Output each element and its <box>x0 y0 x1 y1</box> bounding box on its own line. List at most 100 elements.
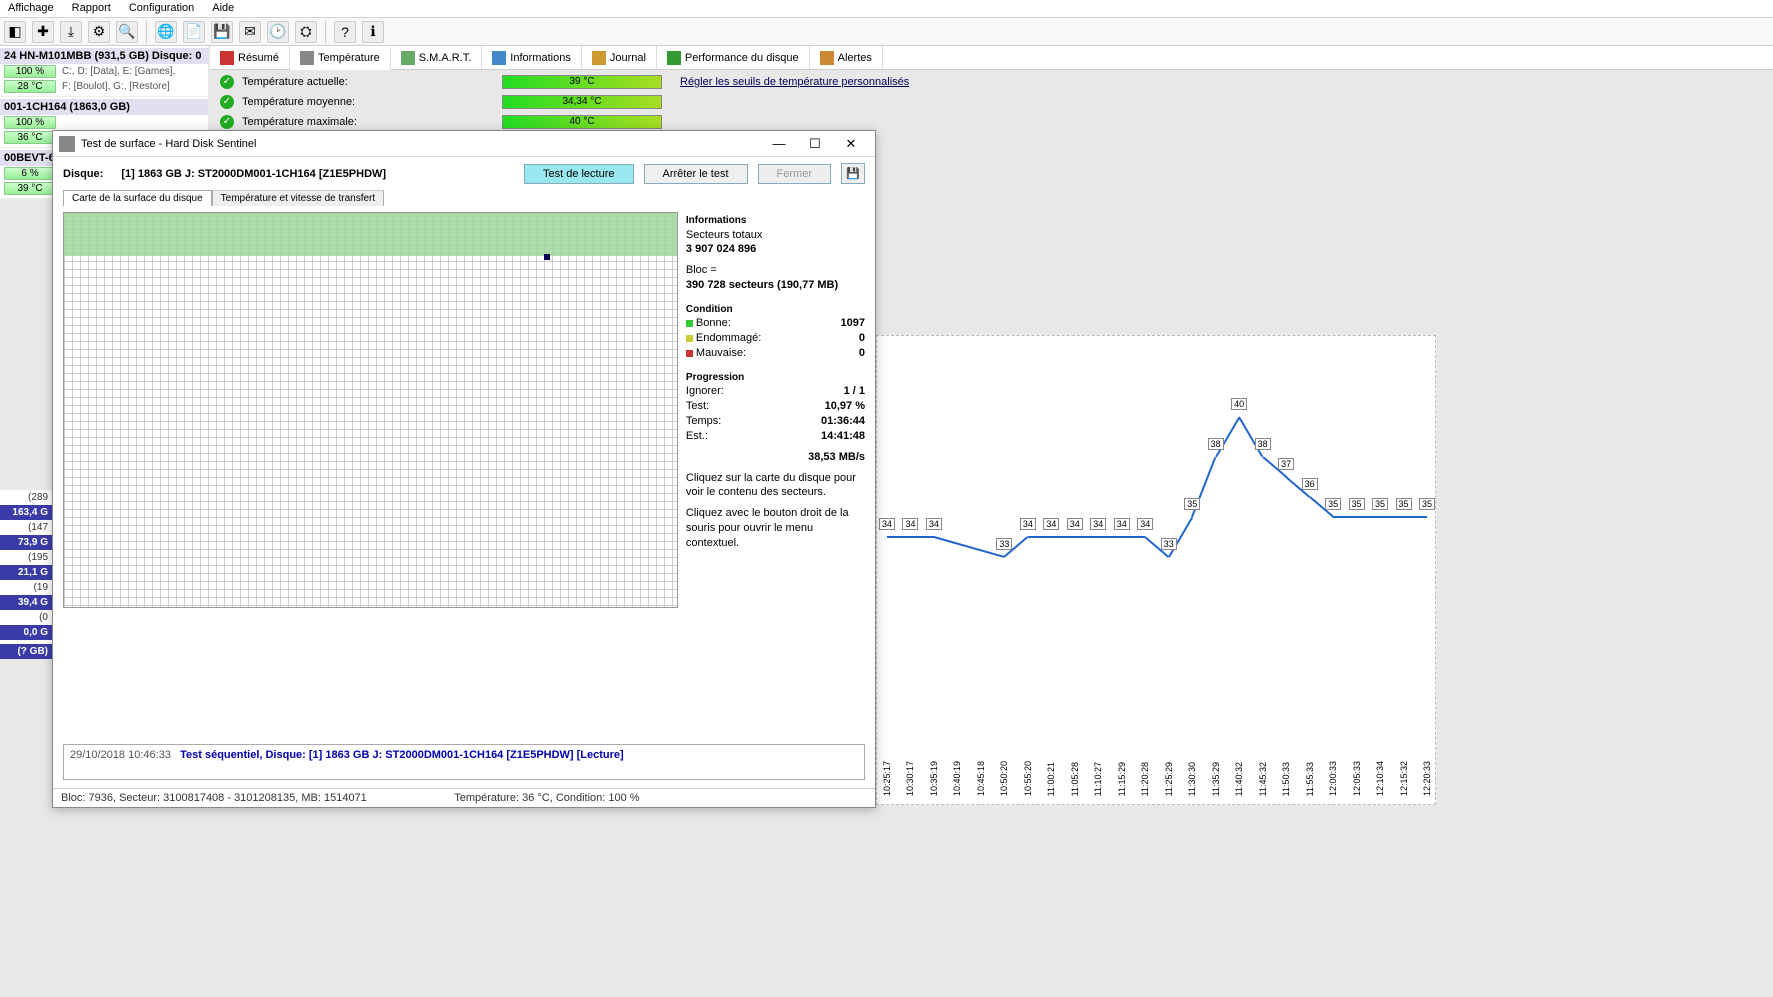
partition-item[interactable]: 163,4 G <box>0 505 52 520</box>
temp-thresholds-link[interactable]: Régler les seuils de température personn… <box>680 76 909 88</box>
tab-label: Résumé <box>238 52 279 64</box>
partition-item[interactable]: (0 <box>0 610 52 625</box>
tab-s.m.a.r.t.[interactable]: S.M.A.R.T. <box>391 46 483 69</box>
chart-xtick: 11:20:28 <box>1140 762 1150 796</box>
chart-point-label: 34 <box>902 518 918 530</box>
partition-list: (289163,4 G(14773,9 G(19521,1 G(1939,4 G… <box>0 490 52 659</box>
menu-configuration[interactable]: Configuration <box>129 2 194 15</box>
eta-label: Est.: <box>686 429 708 444</box>
chart-segment <box>1380 516 1403 518</box>
temperature-chart: 3434343334343434343433353840383736353535… <box>876 335 1436 805</box>
chart-point-label: 35 <box>1184 498 1200 510</box>
toolbar: ◧ ✚ ⤓ ⚙ 🔍 🌐 📄 💾 ✉ 🕑 ⛭ ? ℹ <box>0 18 1773 46</box>
chart-xtick: 11:45:32 <box>1258 762 1268 796</box>
time-label: Temps: <box>686 414 721 429</box>
damaged-label: Endommagé: <box>696 332 761 344</box>
chart-xtick: 12:00:33 <box>1328 761 1338 796</box>
menu-aide[interactable]: Aide <box>212 2 234 15</box>
chart-segment <box>1357 516 1380 518</box>
chart-segment <box>1051 536 1074 538</box>
partition-item[interactable]: (? GB) <box>0 644 52 659</box>
window-title: Test de surface - Hard Disk Sentinel <box>81 138 256 150</box>
chart-xtick: 11:15:29 <box>1117 762 1127 796</box>
tab-informations[interactable]: Informations <box>482 46 582 69</box>
app-icon <box>59 136 75 152</box>
chart-xtick: 10:25:17 <box>882 761 892 796</box>
speed-value: 38,53 MB/s <box>808 450 865 465</box>
toolbar-btn-2[interactable]: ✚ <box>32 21 54 43</box>
tab-label: Informations <box>510 52 571 64</box>
disk-label: Disque: <box>63 168 103 180</box>
save-icon-button[interactable]: 💾 <box>841 163 865 184</box>
tab-label: Performance du disque <box>685 52 799 64</box>
temperature-panel: ✓Température actuelle:39 °CRégler les se… <box>220 72 1763 132</box>
tab-icon <box>667 51 681 65</box>
disk-info: C:, D: [Data], E: [Games], <box>62 66 175 77</box>
status-left: Bloc: 7936, Secteur: 3100817408 - 310120… <box>61 792 367 804</box>
titlebar[interactable]: Test de surface - Hard Disk Sentinel — ☐… <box>53 131 875 157</box>
chart-xtick: 10:55:20 <box>1023 761 1033 796</box>
stop-test-button[interactable]: Arrêter le test <box>644 164 748 184</box>
chart-point-label: 36 <box>1302 478 1318 490</box>
temp-row: ✓Température moyenne:34,34 °C <box>220 92 1763 112</box>
chart-xtick: 10:30:17 <box>905 761 915 796</box>
toolbar-save-icon[interactable]: 💾 <box>211 21 233 43</box>
chart-point-label: 35 <box>1419 498 1435 510</box>
tab-temp-speed[interactable]: Température et vitesse de transfert <box>212 190 385 206</box>
toolbar-btn-1[interactable]: ◧ <box>4 21 26 43</box>
toolbar-info-icon[interactable]: ℹ <box>362 21 384 43</box>
toolbar-help-icon[interactable]: ? <box>334 21 356 43</box>
toolbar-clock-icon[interactable]: 🕑 <box>267 21 289 43</box>
chart-xtick: 12:10:34 <box>1375 761 1385 796</box>
ignore-value: 1 / 1 <box>844 384 865 399</box>
menu-affichage[interactable]: Affichage <box>8 2 54 15</box>
toolbar-globe-icon[interactable]: 🌐 <box>155 21 177 43</box>
partition-item[interactable]: (147 <box>0 520 52 535</box>
condition-heading: Condition <box>686 303 865 317</box>
tab-résumé[interactable]: Résumé <box>210 46 290 69</box>
tab-performance du disque[interactable]: Performance du disque <box>657 46 810 69</box>
partition-item[interactable]: 39,4 G <box>0 595 52 610</box>
minimize-button[interactable]: — <box>761 133 797 155</box>
read-test-button[interactable]: Test de lecture <box>524 164 634 184</box>
chart-xtick: 12:05:33 <box>1352 761 1362 796</box>
sectors-total-label: Secteurs totaux <box>686 228 865 243</box>
main-tabs: Résumé Température S.M.A.R.T. Informations J… <box>210 46 1773 70</box>
tab-journal[interactable]: Journal <box>582 46 657 69</box>
tab-icon <box>220 51 234 65</box>
tab-surface-map[interactable]: Carte de la surface du disque <box>63 190 212 206</box>
block-label: Bloc = <box>686 263 865 278</box>
toolbar-btn-3[interactable]: ⤓ <box>60 21 82 43</box>
chart-xtick: 10:40:19 <box>952 761 962 796</box>
toolbar-gear-icon[interactable]: ⛭ <box>295 21 317 43</box>
log-box: 29/10/2018 10:46:33 Test séquentiel, Dis… <box>63 744 865 780</box>
toolbar-mail-icon[interactable]: ✉ <box>239 21 261 43</box>
disk-entry[interactable]: 24 HN-M101MBB (931,5 GB) Disque: 0100 %C… <box>0 46 208 97</box>
partition-item[interactable]: 0,0 G <box>0 625 52 640</box>
toolbar-btn-4[interactable]: ⚙ <box>88 21 110 43</box>
chart-point-label: 34 <box>1020 518 1036 530</box>
partition-item[interactable]: 21,1 G <box>0 565 52 580</box>
chart-point-label: 34 <box>1067 518 1083 530</box>
chart-point-label: 33 <box>996 538 1012 550</box>
partition-item[interactable]: (289 <box>0 490 52 505</box>
tab-icon <box>401 51 415 65</box>
tab-température[interactable]: Température <box>290 47 391 70</box>
tab-label: S.M.A.R.T. <box>419 52 472 64</box>
partition-item[interactable]: (19 <box>0 580 52 595</box>
surface-map[interactable] <box>63 212 678 608</box>
chart-xtick: 10:50:20 <box>999 761 1009 796</box>
tab-alertes[interactable]: Alertes <box>810 46 883 69</box>
maximize-button[interactable]: ☐ <box>797 133 833 155</box>
temp-label: Température moyenne: <box>242 96 502 108</box>
menu-rapport[interactable]: Rapport <box>72 2 111 15</box>
dialog-statusbar: Bloc: 7936, Secteur: 3100817408 - 310120… <box>53 788 875 807</box>
chart-segment <box>1215 416 1240 457</box>
close-button[interactable]: ✕ <box>833 133 869 155</box>
toolbar-doc-icon[interactable]: 📄 <box>183 21 205 43</box>
sectors-total-value: 3 907 024 896 <box>686 242 865 257</box>
toolbar-btn-5[interactable]: 🔍 <box>116 21 138 43</box>
partition-item[interactable]: 73,9 G <box>0 535 52 550</box>
partition-item[interactable]: (195 <box>0 550 52 565</box>
chart-point-label: 35 <box>1349 498 1365 510</box>
